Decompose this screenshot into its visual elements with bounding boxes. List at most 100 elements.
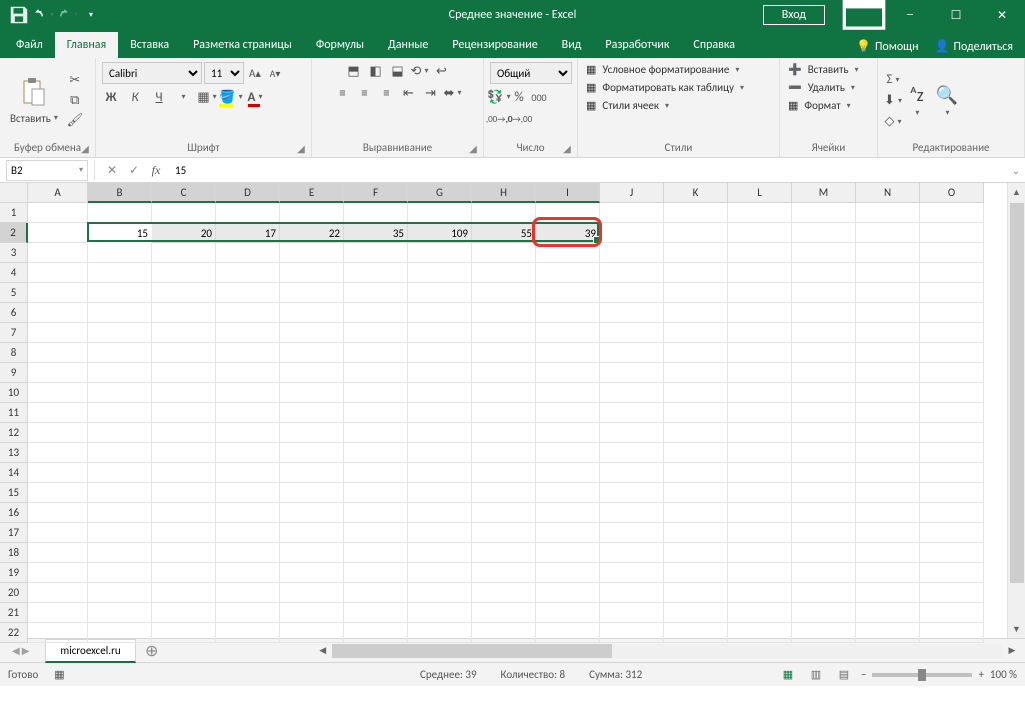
cell[interactable]: [88, 603, 152, 623]
cell[interactable]: [856, 283, 920, 303]
cell[interactable]: [536, 263, 600, 283]
cell[interactable]: [28, 223, 88, 243]
tab-file[interactable]: Файл: [4, 32, 55, 58]
cell[interactable]: [664, 243, 728, 263]
cell[interactable]: [216, 363, 280, 383]
cell[interactable]: [280, 503, 344, 523]
cell[interactable]: [920, 623, 984, 643]
cell[interactable]: [280, 263, 344, 283]
percent-icon[interactable]: %: [510, 88, 528, 106]
cell[interactable]: [152, 483, 216, 503]
cell[interactable]: [920, 463, 984, 483]
cell[interactable]: [856, 563, 920, 583]
cell[interactable]: [856, 323, 920, 343]
cell[interactable]: [216, 243, 280, 263]
cell[interactable]: [536, 483, 600, 503]
fill-icon[interactable]: ⬇: [884, 92, 902, 110]
cell[interactable]: [600, 603, 664, 623]
cell[interactable]: [344, 243, 408, 263]
merge-icon[interactable]: ⬌: [444, 84, 462, 102]
cell[interactable]: [344, 363, 408, 383]
cell[interactable]: [472, 423, 536, 443]
cell[interactable]: [28, 343, 88, 363]
cell[interactable]: [472, 563, 536, 583]
row-header[interactable]: 16: [0, 503, 28, 523]
row-header[interactable]: 17: [0, 523, 28, 543]
cell[interactable]: [728, 503, 792, 523]
dialog-launcher-icon[interactable]: ◢: [79, 142, 91, 154]
cell[interactable]: [344, 263, 408, 283]
cell[interactable]: [344, 503, 408, 523]
cell[interactable]: [152, 203, 216, 223]
scroll-right-icon[interactable]: ▶: [1003, 645, 1021, 656]
cell[interactable]: [88, 263, 152, 283]
cell[interactable]: [280, 203, 344, 223]
cell-value[interactable]: 15: [88, 223, 152, 243]
cell[interactable]: [216, 423, 280, 443]
cell[interactable]: [472, 343, 536, 363]
cell[interactable]: [536, 343, 600, 363]
cell[interactable]: [28, 443, 88, 463]
cell[interactable]: [472, 603, 536, 623]
cell[interactable]: [856, 443, 920, 463]
cell[interactable]: [792, 603, 856, 623]
enter-icon[interactable]: ✓: [123, 163, 145, 178]
cell[interactable]: [536, 463, 600, 483]
cell[interactable]: [792, 303, 856, 323]
find-select-button[interactable]: 🔍: [932, 80, 962, 122]
cell[interactable]: [88, 343, 152, 363]
cell[interactable]: [600, 463, 664, 483]
cell[interactable]: [792, 383, 856, 403]
cell[interactable]: [728, 523, 792, 543]
cell[interactable]: [216, 463, 280, 483]
cell[interactable]: [792, 283, 856, 303]
cell[interactable]: [344, 283, 408, 303]
cell[interactable]: [88, 403, 152, 423]
cell[interactable]: [216, 503, 280, 523]
cell[interactable]: [664, 443, 728, 463]
cell[interactable]: [920, 603, 984, 623]
cell[interactable]: [152, 503, 216, 523]
cell[interactable]: [856, 363, 920, 383]
cell-value[interactable]: 17: [216, 223, 280, 243]
cell[interactable]: [472, 483, 536, 503]
cell[interactable]: [28, 363, 88, 383]
cell[interactable]: [28, 423, 88, 443]
cell[interactable]: [408, 283, 472, 303]
cell[interactable]: [920, 323, 984, 343]
cell[interactable]: [280, 403, 344, 423]
undo-icon[interactable]: [32, 4, 54, 26]
cell[interactable]: [216, 443, 280, 463]
cell[interactable]: [600, 323, 664, 343]
minimize-icon[interactable]: ─: [887, 0, 933, 30]
cell[interactable]: [536, 583, 600, 603]
row-header[interactable]: 6: [0, 303, 28, 323]
cell[interactable]: [216, 263, 280, 283]
cell[interactable]: [472, 623, 536, 643]
cell[interactable]: [88, 243, 152, 263]
cell[interactable]: [856, 623, 920, 643]
cell[interactable]: [856, 603, 920, 623]
save-icon[interactable]: [8, 4, 30, 26]
cell[interactable]: [728, 263, 792, 283]
cell[interactable]: [88, 283, 152, 303]
formula-input[interactable]: 15: [167, 164, 1007, 177]
cell[interactable]: [600, 503, 664, 523]
cell[interactable]: [728, 583, 792, 603]
cell[interactable]: [856, 343, 920, 363]
cell[interactable]: [280, 463, 344, 483]
tab-review[interactable]: Рецензирование: [440, 32, 549, 58]
cell[interactable]: [28, 263, 88, 283]
cell[interactable]: [920, 363, 984, 383]
cell[interactable]: [472, 443, 536, 463]
cell[interactable]: [216, 523, 280, 543]
cell[interactable]: [472, 243, 536, 263]
column-header[interactable]: C: [152, 183, 216, 203]
cell[interactable]: [792, 343, 856, 363]
tab-view[interactable]: Вид: [550, 32, 594, 58]
cell[interactable]: [344, 523, 408, 543]
cell[interactable]: [728, 243, 792, 263]
cell[interactable]: [536, 423, 600, 443]
cell[interactable]: [792, 543, 856, 563]
column-header[interactable]: F: [344, 183, 408, 203]
